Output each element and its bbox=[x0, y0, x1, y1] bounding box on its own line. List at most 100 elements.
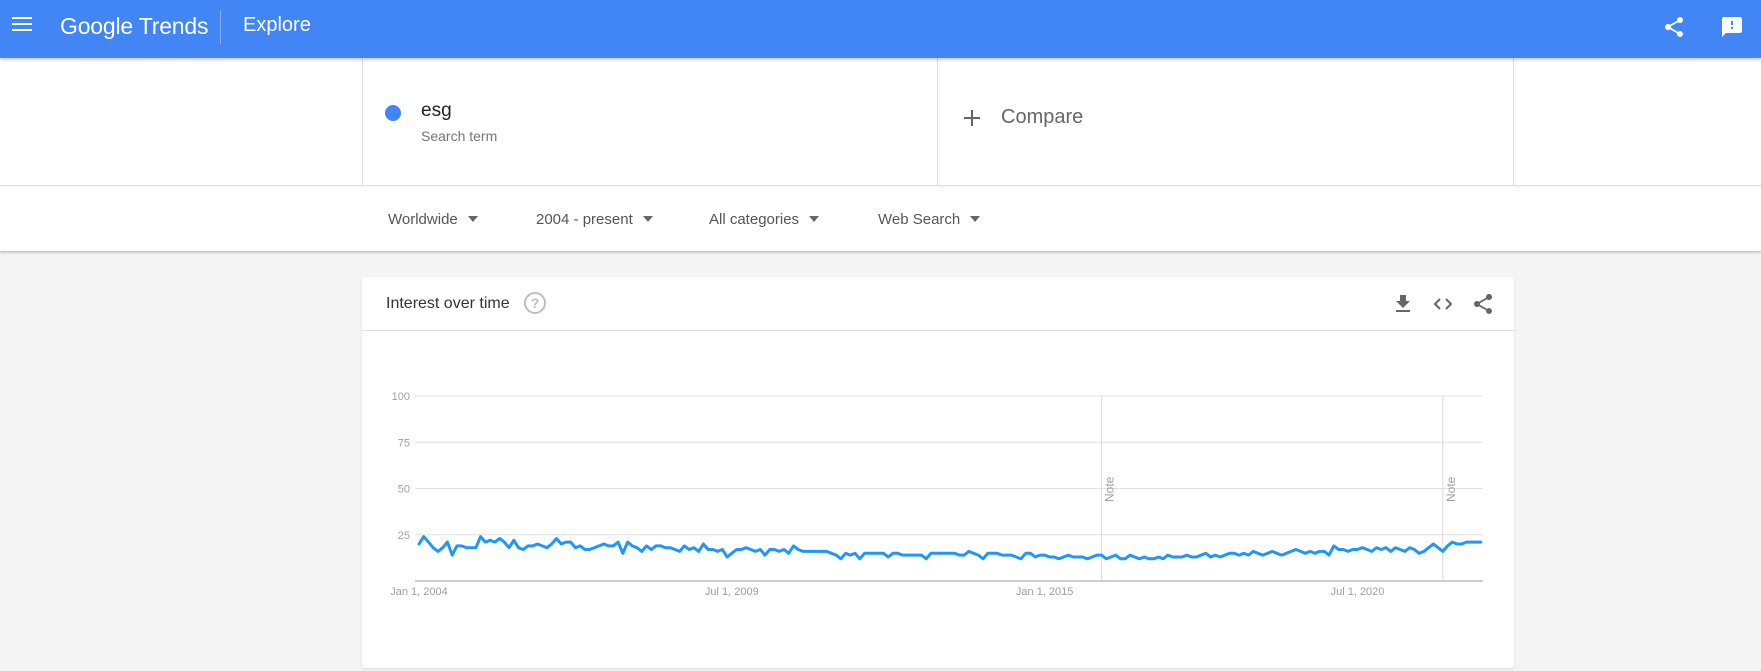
data-point[interactable] bbox=[649, 547, 654, 552]
data-point[interactable] bbox=[976, 553, 981, 558]
data-point[interactable] bbox=[1123, 556, 1128, 561]
data-point[interactable] bbox=[677, 549, 682, 554]
data-point[interactable] bbox=[691, 545, 696, 550]
data-point[interactable] bbox=[1156, 554, 1161, 559]
data-point[interactable] bbox=[497, 536, 502, 541]
data-point[interactable] bbox=[1455, 542, 1460, 547]
data-point[interactable] bbox=[853, 551, 858, 556]
data-point[interactable] bbox=[1336, 547, 1341, 552]
data-point[interactable] bbox=[1208, 554, 1213, 559]
data-point[interactable] bbox=[933, 551, 938, 556]
time-range-filter-dropdown[interactable]: 2004 - present bbox=[536, 211, 653, 228]
data-point[interactable] bbox=[554, 536, 559, 541]
share-icon[interactable] bbox=[1662, 15, 1686, 39]
data-point[interactable] bbox=[1331, 543, 1336, 548]
data-point[interactable] bbox=[1118, 556, 1123, 561]
data-point[interactable] bbox=[1165, 553, 1170, 558]
data-point[interactable] bbox=[1469, 540, 1474, 545]
data-point[interactable] bbox=[715, 549, 720, 554]
compare-button[interactable]: Compare bbox=[938, 58, 1514, 186]
category-filter-dropdown[interactable]: All categories bbox=[709, 211, 820, 228]
data-point[interactable] bbox=[786, 551, 791, 556]
data-point[interactable] bbox=[909, 553, 914, 558]
data-point[interactable] bbox=[1028, 551, 1033, 556]
data-point[interactable] bbox=[914, 553, 919, 558]
data-point[interactable] bbox=[1478, 540, 1483, 545]
data-point[interactable] bbox=[620, 551, 625, 556]
data-point[interactable] bbox=[810, 549, 815, 554]
data-point[interactable] bbox=[606, 543, 611, 548]
data-point[interactable] bbox=[1085, 556, 1090, 561]
data-point[interactable] bbox=[1042, 553, 1047, 558]
data-point[interactable] bbox=[1104, 556, 1109, 561]
data-point[interactable] bbox=[1322, 549, 1327, 554]
data-point[interactable] bbox=[1189, 554, 1194, 559]
data-point[interactable] bbox=[748, 547, 753, 552]
location-filter-dropdown[interactable]: Worldwide bbox=[388, 211, 478, 228]
data-point[interactable] bbox=[1355, 547, 1360, 552]
data-point[interactable] bbox=[1222, 553, 1227, 558]
data-point[interactable] bbox=[1265, 551, 1270, 556]
data-point[interactable] bbox=[905, 553, 910, 558]
data-point[interactable] bbox=[772, 547, 777, 552]
data-point[interactable] bbox=[1090, 554, 1095, 559]
data-point[interactable] bbox=[1137, 556, 1142, 561]
data-point[interactable] bbox=[687, 547, 692, 552]
data-point[interactable] bbox=[1180, 554, 1185, 559]
data-point[interactable] bbox=[1037, 553, 1042, 558]
data-point[interactable] bbox=[1431, 542, 1436, 547]
data-point[interactable] bbox=[1350, 547, 1355, 552]
data-point[interactable] bbox=[1365, 547, 1370, 552]
data-point[interactable] bbox=[895, 551, 900, 556]
data-point[interactable] bbox=[616, 540, 621, 545]
data-point[interactable] bbox=[1056, 556, 1061, 561]
data-point[interactable] bbox=[573, 545, 578, 550]
data-point[interactable] bbox=[1052, 554, 1057, 559]
data-point[interactable] bbox=[891, 551, 896, 556]
data-point[interactable] bbox=[1241, 551, 1246, 556]
data-point[interactable] bbox=[1421, 549, 1426, 554]
data-point[interactable] bbox=[1402, 549, 1407, 554]
data-point[interactable] bbox=[1426, 545, 1431, 550]
data-point[interactable] bbox=[706, 547, 711, 552]
data-point[interactable] bbox=[1379, 547, 1384, 552]
data-point[interactable] bbox=[535, 542, 540, 547]
data-point[interactable] bbox=[563, 540, 568, 545]
data-point[interactable] bbox=[995, 551, 1000, 556]
data-point[interactable] bbox=[763, 553, 768, 558]
data-point[interactable] bbox=[459, 543, 464, 548]
data-point[interactable] bbox=[720, 547, 725, 552]
data-point[interactable] bbox=[1270, 549, 1275, 554]
data-point[interactable] bbox=[630, 543, 635, 548]
data-point[interactable] bbox=[876, 551, 881, 556]
data-point[interactable] bbox=[1459, 542, 1464, 547]
data-point[interactable] bbox=[819, 549, 824, 554]
data-point[interactable] bbox=[758, 547, 763, 552]
hamburger-menu-icon[interactable] bbox=[12, 17, 32, 33]
data-point[interactable] bbox=[1023, 551, 1028, 556]
data-point[interactable] bbox=[1014, 554, 1019, 559]
data-point[interactable] bbox=[488, 538, 493, 543]
data-point[interactable] bbox=[800, 549, 805, 554]
data-point[interactable] bbox=[848, 553, 853, 558]
data-point[interactable] bbox=[1128, 553, 1133, 558]
data-point[interactable] bbox=[1184, 553, 1189, 558]
data-point[interactable] bbox=[473, 545, 478, 550]
data-point[interactable] bbox=[502, 540, 507, 545]
data-point[interactable] bbox=[1237, 553, 1242, 558]
data-point[interactable] bbox=[1260, 553, 1265, 558]
data-point[interactable] bbox=[1066, 553, 1071, 558]
data-point[interactable] bbox=[990, 551, 995, 556]
data-point[interactable] bbox=[886, 554, 891, 559]
data-point[interactable] bbox=[526, 543, 531, 548]
data-point[interactable] bbox=[1383, 545, 1388, 550]
data-point[interactable] bbox=[445, 540, 450, 545]
data-point[interactable] bbox=[872, 551, 877, 556]
data-point[interactable] bbox=[1388, 549, 1393, 554]
data-point[interactable] bbox=[957, 553, 962, 558]
data-point[interactable] bbox=[597, 543, 602, 548]
data-point[interactable] bbox=[682, 543, 687, 548]
data-point[interactable] bbox=[796, 547, 801, 552]
data-point[interactable] bbox=[962, 553, 967, 558]
data-point[interactable] bbox=[1312, 551, 1317, 556]
